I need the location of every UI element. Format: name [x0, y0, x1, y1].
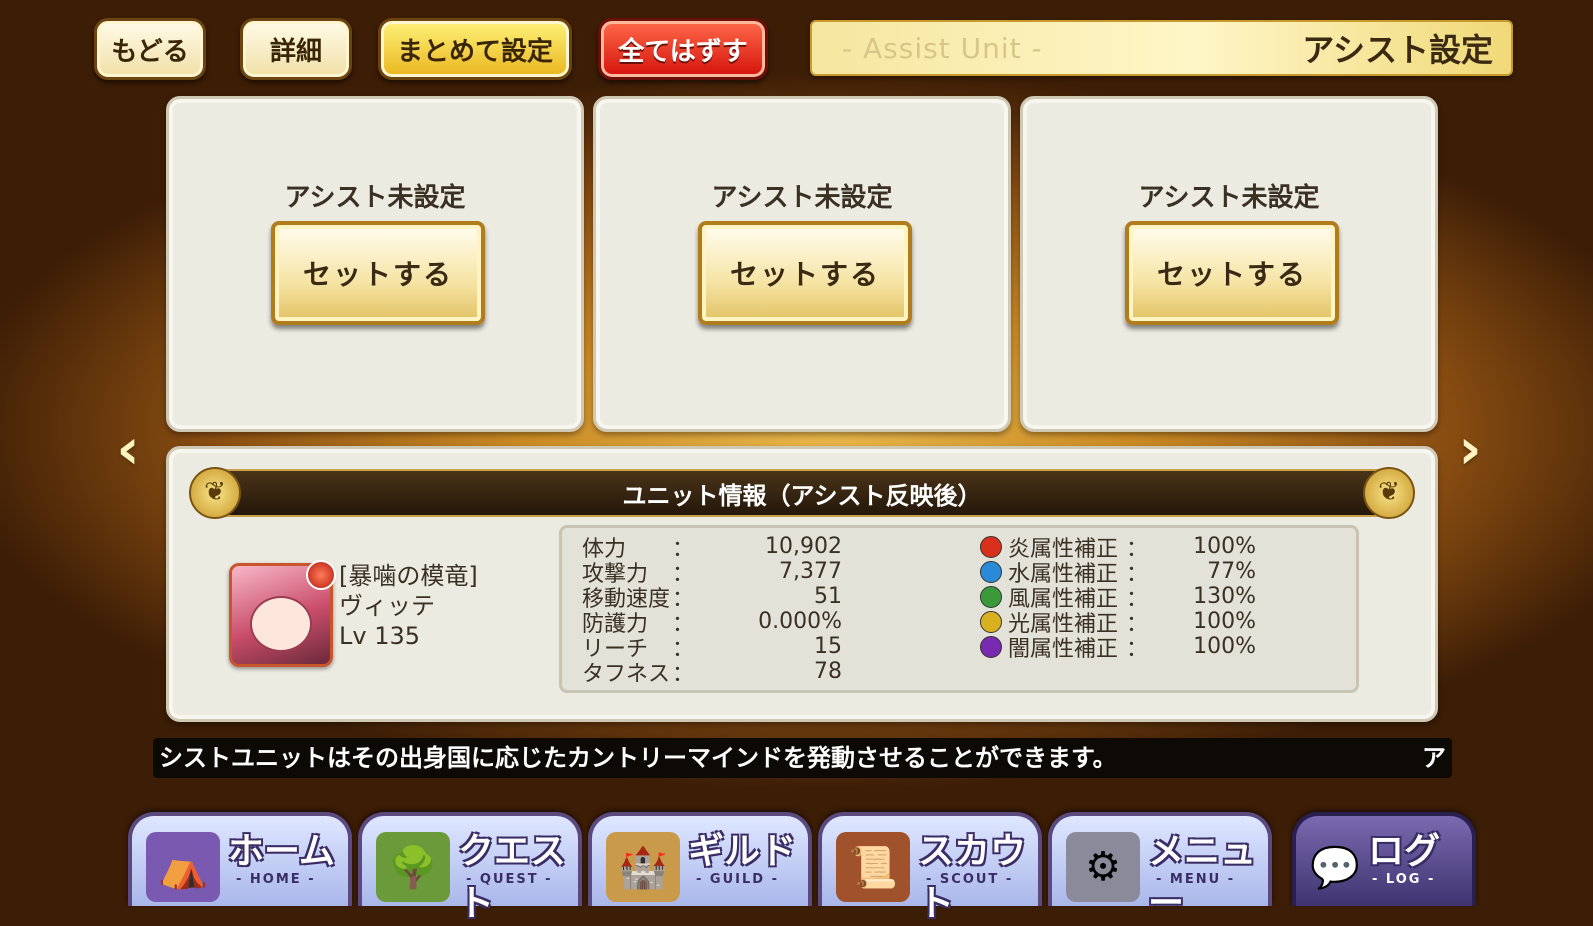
- assist-slot-status: アシスト未設定: [284, 183, 466, 213]
- nav-sub: - MENU -: [1156, 872, 1236, 887]
- element-row: 闇属性補正： 100%: [980, 634, 1256, 662]
- light-element-icon: [980, 610, 1002, 633]
- unit-portrait[interactable]: [229, 560, 336, 667]
- stat-value: 78: [814, 659, 842, 684]
- nav-label: ギルド: [688, 831, 797, 872]
- nav-sub: - LOG -: [1372, 872, 1436, 887]
- element-value: 100%: [1193, 534, 1256, 559]
- ticker-text: シストユニットはその出身国に応じたカントリーマインドを発動させることができます。: [159, 744, 1117, 772]
- unit-name: ヴィッテ: [339, 592, 435, 620]
- stat-value: 7,377: [779, 559, 842, 584]
- stat-name: タフネス: [582, 661, 671, 687]
- nav-label: ログ: [1368, 831, 1441, 872]
- element-name: 闇属性補正: [1008, 636, 1119, 662]
- assist-slot-status: アシスト未設定: [711, 183, 893, 213]
- element-value: 100%: [1193, 609, 1256, 634]
- remove-all-button[interactable]: 全てはずす: [598, 18, 768, 80]
- set-assist-button[interactable]: セットする: [271, 221, 485, 325]
- info-ticker: シストユニットはその出身国に応じたカントリーマインドを発動させることができます。…: [153, 738, 1452, 778]
- ticker-tail: ア: [1422, 744, 1446, 772]
- nav-quest[interactable]: 🌳 クエスト - QUEST -: [358, 812, 582, 924]
- water-element-icon: [980, 560, 1002, 583]
- nav-scout[interactable]: 📜 スカウト - SCOUT -: [818, 812, 1042, 924]
- left-arrow-icon[interactable]: ‹: [98, 420, 158, 480]
- assist-slot-3: アシスト未設定 セットする: [1020, 96, 1438, 432]
- fire-element-icon: [980, 535, 1002, 558]
- detail-button[interactable]: 詳細: [240, 18, 352, 80]
- unit-info-panel: ❦ ユニット情報（アシスト反映後） ❦ [暴噛の模竜] ヴィッテ Lv 135 …: [166, 446, 1438, 722]
- nav-log[interactable]: 💬 ログ - LOG -: [1292, 812, 1476, 906]
- unit-text: [暴噛の模竜] ヴィッテ Lv 135: [339, 561, 478, 651]
- set-assist-button[interactable]: セットする: [1125, 221, 1339, 325]
- dark-element-icon: [980, 635, 1002, 658]
- nav-sub: - SCOUT -: [926, 872, 1014, 887]
- title-subtitle: - Assist Unit -: [842, 31, 1043, 65]
- unit-title: [暴噛の模竜]: [339, 562, 478, 590]
- nav-sub: - GUILD -: [696, 872, 779, 887]
- ornament-icon: ❦: [1363, 467, 1415, 519]
- nav-guild[interactable]: 🏰 ギルド - GUILD -: [588, 812, 812, 906]
- nav-home[interactable]: ⛺ ホーム - HOME -: [128, 812, 352, 906]
- gear-icon: ⚙: [1066, 832, 1140, 902]
- title-banner: - Assist Unit - アシスト設定: [810, 20, 1513, 76]
- stat-value: 10,902: [765, 534, 842, 559]
- bulk-set-button[interactable]: まとめて設定: [378, 18, 572, 80]
- unit-info-title: ユニット情報（アシスト反映後）: [622, 481, 982, 510]
- right-arrow-icon[interactable]: ›: [1440, 420, 1500, 480]
- wind-element-icon: [980, 585, 1002, 608]
- stat-value: 15: [814, 634, 842, 659]
- portrait-face: [250, 596, 312, 652]
- assist-slot-1: アシスト未設定 セットする: [166, 96, 584, 432]
- guild-castle-icon: 🏰: [606, 832, 680, 902]
- unit-level: Lv 135: [339, 622, 421, 650]
- nav-sub: - HOME -: [236, 872, 316, 887]
- ornament-icon: ❦: [189, 467, 241, 519]
- assist-slot-2: アシスト未設定 セットする: [593, 96, 1011, 432]
- nav-menu[interactable]: ⚙ メニュー - MENU -: [1048, 812, 1272, 924]
- assist-slot-status: アシスト未設定: [1138, 183, 1320, 213]
- stats-box: 体力： 10,902 攻撃力： 7,377 移動速度： 51 防護力： 0.000% リ…: [559, 525, 1359, 693]
- nav-label: ホーム: [228, 831, 335, 872]
- back-button[interactable]: もどる: [94, 18, 206, 80]
- stat-row: タフネス： 78: [582, 659, 842, 687]
- chat-bubble-icon: 💬: [1310, 844, 1360, 891]
- home-icon: ⛺: [146, 832, 220, 902]
- page-title: アシスト設定: [1302, 31, 1493, 69]
- scout-book-icon: 📜: [836, 832, 910, 902]
- stat-value: 0.000%: [758, 609, 842, 634]
- stat-value: 51: [814, 584, 842, 609]
- nav-sub: - QUEST -: [466, 872, 553, 887]
- set-assist-button[interactable]: セットする: [698, 221, 912, 325]
- quest-icon: 🌳: [376, 832, 450, 902]
- element-value: 100%: [1193, 634, 1256, 659]
- element-value: 77%: [1207, 559, 1256, 584]
- fire-element-icon: [306, 560, 336, 590]
- unit-info-header: ❦ ユニット情報（アシスト反映後） ❦: [189, 467, 1415, 519]
- element-value: 130%: [1193, 584, 1256, 609]
